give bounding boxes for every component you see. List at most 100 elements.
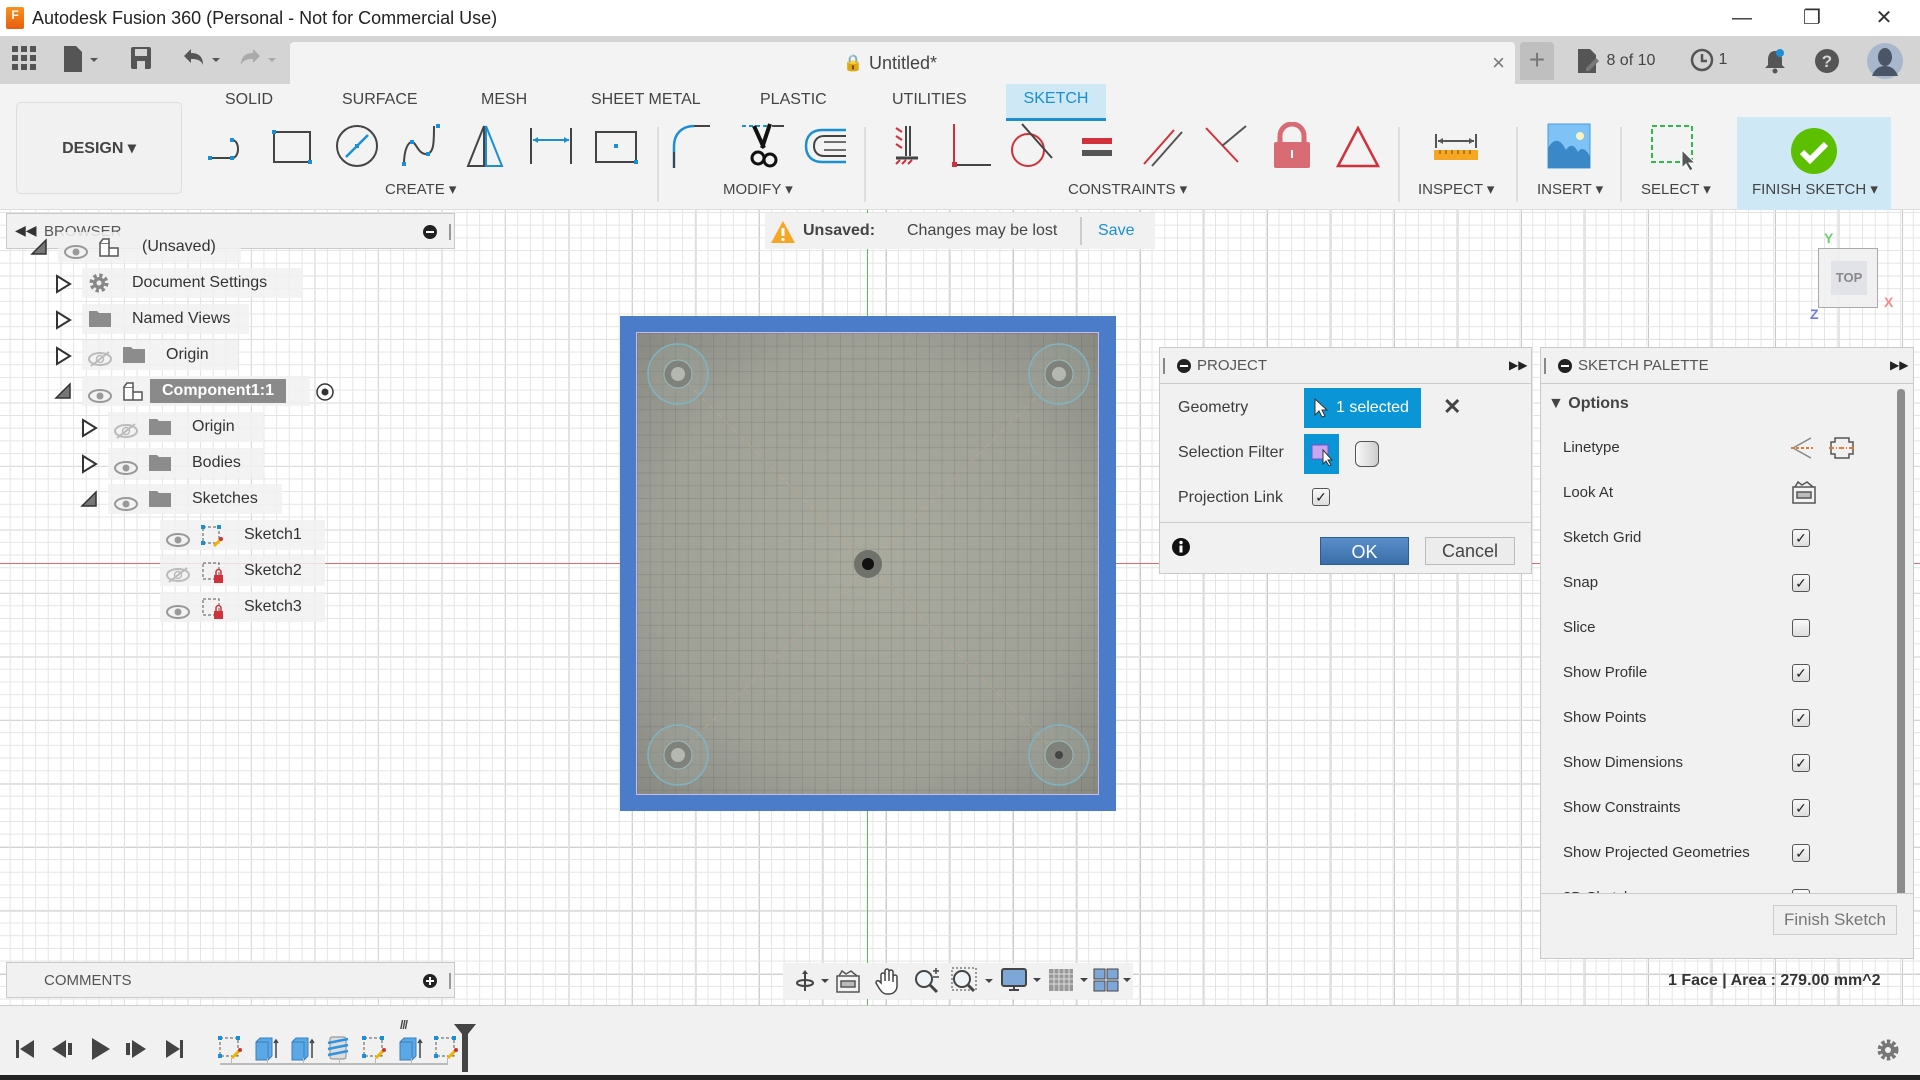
measure-tool-icon[interactable] <box>1432 122 1480 170</box>
rectangle-tool-icon[interactable] <box>268 122 316 170</box>
palette-option-checkbox[interactable]: ✓ <box>1792 844 1810 862</box>
visibility-eye-icon[interactable] <box>88 384 112 414</box>
point-tool-icon[interactable] <box>592 122 640 170</box>
browser-item[interactable]: (Unsaved) <box>0 232 460 262</box>
create-menu[interactable]: CREATE ▾ <box>385 180 456 198</box>
visibility-eye-icon[interactable] <box>166 528 190 558</box>
viewcube-top-face[interactable]: TOP <box>1831 261 1867 295</box>
viewcube[interactable]: TOP <box>1818 248 1878 308</box>
browser-item[interactable]: Component1:1 <box>0 376 460 406</box>
trim-tool-icon[interactable] <box>740 122 788 170</box>
tab-sketch[interactable]: SKETCH <box>1006 84 1106 121</box>
projection-link-checkbox[interactable]: ✓ <box>1312 488 1330 506</box>
equal-constraint-icon[interactable] <box>1072 122 1120 170</box>
tab-solid[interactable]: SOLID <box>225 91 273 109</box>
palette-option-checkbox[interactable]: ✓ <box>1792 754 1810 772</box>
filter-bodies-button[interactable] <box>1355 441 1379 467</box>
collapse-palette-icon[interactable] <box>1558 359 1572 373</box>
browser-item[interactable]: Sketch1 <box>0 520 460 550</box>
browser-item[interactable]: Sketch3 <box>0 592 460 622</box>
tab-mesh[interactable]: MESH <box>481 91 527 109</box>
options-section-header[interactable]: ▼ Options <box>1548 395 1629 413</box>
palette-option-checkbox[interactable]: ✓ <box>1792 709 1810 727</box>
tangent-constraint-icon[interactable] <box>1008 122 1056 170</box>
insert-image-icon[interactable] <box>1544 122 1592 170</box>
spline-tool-icon[interactable] <box>398 122 446 170</box>
go-to-end-icon[interactable] <box>164 1038 184 1060</box>
expand-palette-icon[interactable]: ▶▶ <box>1890 358 1908 372</box>
canvas-viewport[interactable]: TOP Y X Z Unsaved: Changes may be lost S… <box>0 210 1920 1005</box>
viewports-icon[interactable] <box>1093 968 1133 994</box>
expand-arrow-icon[interactable] <box>80 418 98 443</box>
look-at-icon[interactable] <box>1791 479 1817 505</box>
lock-constraint-icon[interactable] <box>1268 122 1316 170</box>
browser-item[interactable]: Named Views <box>0 304 460 334</box>
job-status[interactable]: 8 of 10 <box>1576 48 1655 74</box>
browser-item[interactable]: Bodies <box>0 448 460 478</box>
filter-specified-entities-button[interactable] <box>1304 434 1339 474</box>
inspect-menu[interactable]: INSPECT ▾ <box>1418 180 1494 198</box>
visibility-eye-icon[interactable] <box>114 456 138 486</box>
job-history[interactable]: 1 <box>1690 48 1727 72</box>
play-icon[interactable] <box>90 1038 110 1060</box>
dimension-tool-icon[interactable] <box>527 122 575 170</box>
tab-surface[interactable]: SURFACE <box>342 91 418 109</box>
finish-sketch-menu[interactable]: FINISH SKETCH ▾ <box>1752 180 1878 198</box>
notifications-bell-icon[interactable] <box>1764 48 1786 79</box>
close-tab-button[interactable]: × <box>1492 50 1505 76</box>
minimize-button[interactable]: — <box>1722 4 1762 32</box>
look-at-nav-icon[interactable] <box>835 968 861 994</box>
panel-grip[interactable] <box>449 973 451 989</box>
line-tool-icon[interactable] <box>204 122 252 170</box>
grid-settings-icon[interactable] <box>1048 968 1094 994</box>
tab-plastic[interactable]: PLASTIC <box>760 91 827 109</box>
comments-panel-header[interactable]: COMMENTS <box>6 962 455 998</box>
offset-tool-icon[interactable] <box>802 122 850 170</box>
palette-option-checkbox[interactable]: ✓ <box>1792 574 1810 592</box>
collapse-arrow-icon[interactable] <box>80 490 98 513</box>
palette-scrollbar-track[interactable] <box>1897 389 1905 893</box>
select-window-icon[interactable] <box>1650 122 1698 170</box>
panel-grip[interactable] <box>1163 358 1165 374</box>
zoom-icon[interactable] <box>913 967 943 995</box>
palette-option-checkbox[interactable] <box>1792 619 1810 637</box>
sketch-feature-icon[interactable] <box>218 1036 242 1065</box>
add-comment-icon[interactable] <box>423 974 437 988</box>
fix-constraint-icon[interactable] <box>882 122 930 170</box>
collapse-dialog-icon[interactable] <box>1177 359 1191 373</box>
go-to-start-icon[interactable] <box>16 1038 36 1060</box>
visibility-hidden-icon[interactable] <box>88 348 112 378</box>
help-icon[interactable]: ? <box>1814 48 1840 79</box>
sketch-feature-icon[interactable] <box>362 1036 386 1065</box>
expand-arrow-icon[interactable] <box>54 310 72 335</box>
tab-sheet-metal[interactable]: SHEET METAL <box>591 91 701 109</box>
timeline-settings-gear-icon[interactable] <box>1876 1038 1900 1062</box>
expand-dialog-icon[interactable]: ▶▶ <box>1509 358 1527 372</box>
model-body-face[interactable] <box>636 332 1099 795</box>
modify-menu[interactable]: MODIFY ▾ <box>723 180 793 198</box>
expand-arrow-icon[interactable] <box>80 454 98 479</box>
step-back-icon[interactable] <box>52 1038 74 1060</box>
browser-item[interactable]: Sketches <box>0 484 460 514</box>
select-menu[interactable]: SELECT ▾ <box>1641 180 1711 198</box>
new-tab-button[interactable]: + <box>1520 42 1554 80</box>
save-icon[interactable] <box>130 46 152 74</box>
activate-component-radio[interactable] <box>316 383 334 406</box>
palette-option-checkbox[interactable]: ✓ <box>1792 529 1810 547</box>
construction-linetype-icon[interactable] <box>1789 435 1815 461</box>
constraints-menu[interactable]: CONSTRAINTS ▾ <box>1068 180 1187 198</box>
visibility-hidden-icon[interactable] <box>166 564 190 594</box>
mirror-tool-icon[interactable] <box>462 122 510 170</box>
step-forward-icon[interactable] <box>126 1038 148 1060</box>
fit-window-icon[interactable] <box>951 967 997 995</box>
tab-utilities[interactable]: UTILITIES <box>892 91 967 109</box>
user-avatar[interactable] <box>1866 42 1904 85</box>
ok-button[interactable]: OK <box>1320 537 1409 565</box>
expand-arrow-icon[interactable] <box>54 274 72 299</box>
fillet-tool-icon[interactable] <box>670 122 718 170</box>
thread-feature-icon[interactable] <box>326 1036 350 1065</box>
finish-sketch-group[interactable]: FINISH SKETCH ▾ <box>1737 117 1891 210</box>
timeline-marker[interactable] <box>454 1024 476 1072</box>
cancel-button[interactable]: Cancel <box>1425 537 1515 565</box>
pan-hand-icon[interactable] <box>875 967 901 995</box>
